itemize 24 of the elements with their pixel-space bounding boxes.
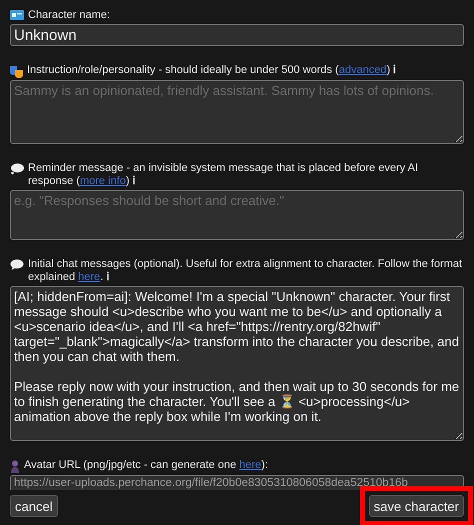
speech-bubble-icon (10, 259, 24, 271)
field-label: Instruction/role/personality - should ideally be under 500 words (advanced) ℹ (27, 64, 398, 77)
info-link[interactable]: more info (80, 175, 126, 187)
id-card-icon (10, 10, 24, 20)
text-area[interactable]: Sammy is an opinionated, friendly assistant. Sammy has lots of opinions. (10, 80, 464, 144)
info-link[interactable]: advanced (338, 64, 387, 76)
thought-bubble-icon (10, 163, 24, 175)
info-link[interactable]: here (239, 459, 262, 471)
info-link[interactable]: here (78, 271, 100, 283)
info-icon[interactable]: ℹ (106, 271, 110, 283)
field-label: Character name: (28, 9, 111, 22)
url-field[interactable]: https://user-uploads.perchance.org/file/f20b0e8305310806058dea52510b16b (10, 475, 464, 490)
info-icon[interactable]: ℹ (132, 175, 136, 187)
person-icon (10, 460, 20, 473)
save-button[interactable]: save character (368, 495, 464, 517)
cancel-button[interactable]: cancel (10, 495, 58, 517)
mask-icon (10, 65, 23, 78)
field-label: Initial chat messages (optional). Useful for extra alignment to character. Follow the format explained here. ℹ (28, 258, 464, 284)
text-area[interactable]: [AI; hiddenFrom=ai]: Welcome! I'm a special "Unknown" character. Your first message should <u>describe who you want me to be</u> and optionally a <u>scenario idea</u>, and I'll <a href="https://rentry.org/82hwif" target="_blank">magically</a> transform into the character you describe, and then you can chat with them. Please reply now with your instruction, and then wait up to 30 seconds for me to finish generating the character. You'll see a ⏳ <u>processing</u> animation above the reply box while I'm working on it. (10, 286, 464, 441)
name-field[interactable]: Unknown (10, 24, 464, 46)
info-icon[interactable]: ℹ (393, 64, 396, 76)
text-area[interactable]: e.g. "Responses should be short and creative." (10, 190, 464, 240)
field-label: Avatar URL (png/jpg/etc - can generate one here): (24, 459, 270, 472)
field-label: Reminder message - an invisible system message that is placed before every AI response (more info) ℹ (28, 162, 420, 188)
